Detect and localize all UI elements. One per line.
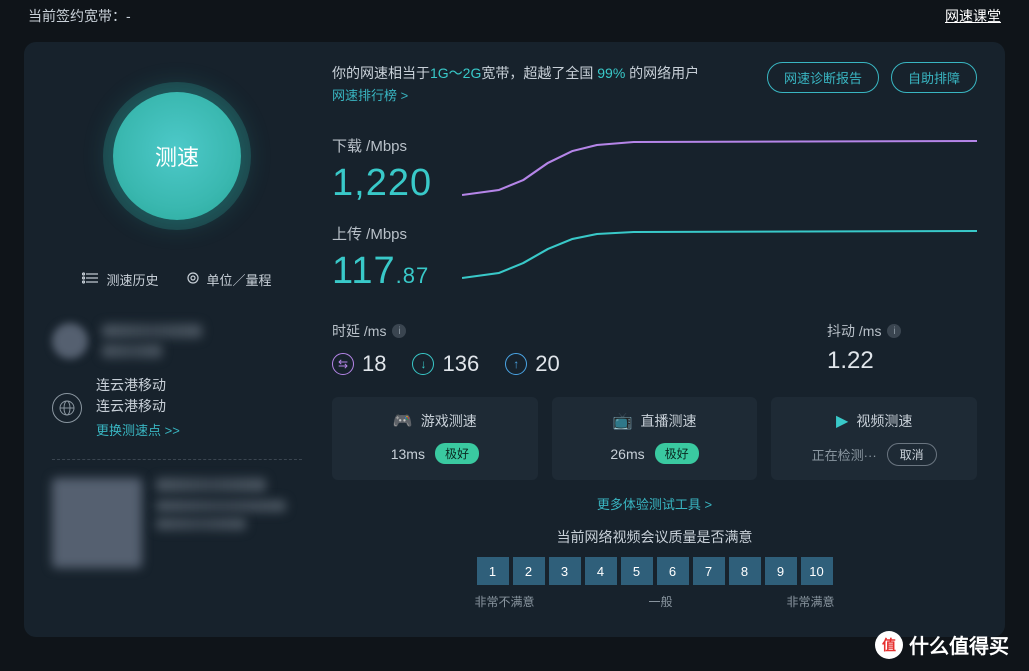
rating-9[interactable]: 9 xyxy=(765,557,797,585)
isp-line2: 连云港移动 xyxy=(96,396,180,417)
redacted-text xyxy=(156,518,246,530)
rating-6[interactable]: 6 xyxy=(657,557,689,585)
isp-line1: 连云港移动 xyxy=(96,375,180,396)
game-test-value: 13ms xyxy=(391,446,425,462)
live-test-value: 26ms xyxy=(610,446,644,462)
rating-label-low: 非常不满意 xyxy=(475,593,535,610)
redacted-text xyxy=(156,500,286,512)
more-tools-link[interactable]: 更多体验测试工具 > xyxy=(332,494,977,513)
watermark: 值 什么值得买 xyxy=(875,630,1009,659)
redacted-text xyxy=(156,478,266,492)
rating-7[interactable]: 7 xyxy=(693,557,725,585)
game-test-card: 🎮游戏测速 13ms极好 xyxy=(332,397,538,480)
info-icon[interactable]: i xyxy=(887,324,901,338)
change-node-link[interactable]: 更换测速点 >> xyxy=(96,421,180,441)
info-icon[interactable]: i xyxy=(392,324,406,338)
download-latency: ↓ 136 xyxy=(412,351,479,377)
selfhelp-button[interactable]: 自助排障 xyxy=(891,62,977,93)
rating-1[interactable]: 1 xyxy=(477,557,509,585)
rating-scale: 12345678910 xyxy=(332,557,977,585)
summary-line: 你的网速相当于1G～2G宽带，超越了全国 99% 的网络用户 xyxy=(332,62,699,84)
survey-question: 当前网络视频会议质量是否满意 xyxy=(332,527,977,547)
globe-icon xyxy=(52,393,82,423)
video-icon: ▶ xyxy=(836,411,848,431)
download-label: 下载 /Mbps xyxy=(332,135,442,156)
classroom-link[interactable]: 网速课堂 xyxy=(945,8,1001,24)
gear-icon xyxy=(185,270,201,289)
diagnosis-button[interactable]: 网速诊断报告 xyxy=(767,62,879,93)
contract-info: 当前签约宽带：- xyxy=(28,6,131,26)
divider xyxy=(52,459,302,460)
download-value: 1,220 xyxy=(332,162,442,205)
download-chart xyxy=(462,135,977,205)
live-test-card: 📺直播测速 26ms极好 xyxy=(552,397,758,480)
jitter-title: 抖动 /msi xyxy=(827,321,977,341)
upload-latency: ↑ 20 xyxy=(505,351,559,377)
video-status: 正在检测··· xyxy=(812,445,877,464)
upload-value: 117.87 xyxy=(332,250,442,293)
upload-icon: ↑ xyxy=(505,353,527,375)
cancel-button[interactable]: 取消 xyxy=(887,443,937,466)
watermark-badge-icon: 值 xyxy=(875,631,903,659)
tv-icon: 📺 xyxy=(613,411,633,431)
game-badge: 极好 xyxy=(435,443,479,464)
gamepad-icon: 🎮 xyxy=(393,411,413,431)
jitter-value: 1.22 xyxy=(827,347,977,375)
upload-label: 上传 /Mbps xyxy=(332,223,442,244)
rating-label-high: 非常满意 xyxy=(786,593,834,610)
rating-4[interactable]: 4 xyxy=(585,557,617,585)
ping-latency: ⇆ 18 xyxy=(332,351,386,377)
rank-link[interactable]: 网速排行榜 > xyxy=(332,88,408,103)
redacted-text xyxy=(102,344,162,358)
history-link[interactable]: 测速历史 xyxy=(82,270,158,289)
rating-2[interactable]: 2 xyxy=(513,557,545,585)
live-badge: 极好 xyxy=(655,443,699,464)
latency-title: 时延 /msi xyxy=(332,321,560,341)
speedtest-button[interactable]: 测速 xyxy=(113,92,241,220)
history-icon xyxy=(82,271,100,288)
avatar xyxy=(52,323,88,359)
upload-chart xyxy=(462,223,977,293)
ping-icon: ⇆ xyxy=(332,353,354,375)
rating-3[interactable]: 3 xyxy=(549,557,581,585)
rating-8[interactable]: 8 xyxy=(729,557,761,585)
redacted-text xyxy=(102,324,202,338)
units-link[interactable]: 单位／量程 xyxy=(185,270,272,289)
video-test-card: ▶视频测速 正在检测···取消 xyxy=(771,397,977,480)
rating-10[interactable]: 10 xyxy=(801,557,833,585)
rating-label-mid: 一般 xyxy=(648,593,672,610)
download-icon: ↓ xyxy=(412,353,434,375)
rating-5[interactable]: 5 xyxy=(621,557,653,585)
qr-code xyxy=(52,478,142,568)
